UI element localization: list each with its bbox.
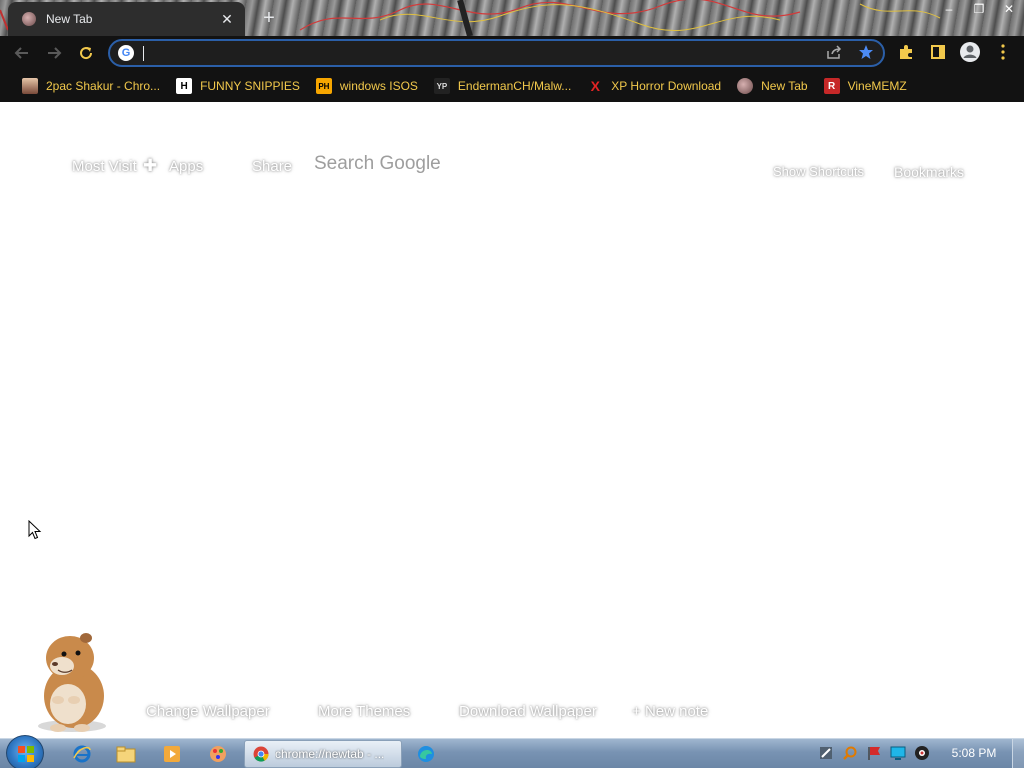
bookmark-label: 2pac Shakur - Chro...	[46, 79, 161, 93]
bookmark-label: New Tab	[761, 79, 808, 93]
windows-logo-icon	[18, 746, 34, 762]
bookmark-label: windows ISOS	[339, 79, 418, 93]
bookmark-2pac-shakur[interactable]: 2pac Shakur - Chro...	[14, 74, 168, 98]
apps-link[interactable]: Apps	[169, 158, 203, 175]
most-visited-link[interactable]: Most Visit	[72, 158, 137, 175]
reload-icon[interactable]	[74, 41, 98, 65]
hamster-mascot-image[interactable]	[24, 626, 124, 736]
address-bar[interactable]: G	[108, 39, 885, 67]
show-desktop-button[interactable]	[1012, 739, 1024, 768]
chrome-icon	[253, 746, 269, 762]
menu-kebab-icon[interactable]	[993, 42, 1013, 62]
extensions-icon[interactable]	[896, 42, 916, 62]
browser-toolbar: G	[0, 36, 1024, 70]
bookmarks-bar: 2pac Shakur - Chro... H FUNNY SNIPPIES P…	[0, 70, 1024, 102]
back-icon[interactable]	[10, 41, 34, 65]
bookmark-funny-snippies[interactable]: H FUNNY SNIPPIES	[168, 74, 308, 98]
taskbar-chrome-window[interactable]: chrome://newtab - ...	[244, 740, 402, 768]
paint-app-icon[interactable]	[198, 741, 238, 767]
bookmark-star-icon[interactable]	[856, 42, 876, 62]
search-google-box[interactable]: Search Google	[314, 153, 441, 175]
x-logo-icon: X	[590, 78, 600, 94]
windows-taskbar: chrome://newtab - ... 5:08 PM	[0, 735, 1024, 768]
new-note-button[interactable]: + New note	[632, 703, 708, 720]
mouse-pointer-icon	[28, 520, 42, 540]
apps-grid-icon[interactable]: ✚	[143, 156, 157, 176]
new-note-label: New note	[644, 703, 709, 720]
bookmark-label: FUNNY SNIPPIES	[200, 79, 300, 93]
bookmarks-link[interactable]: Bookmarks	[894, 164, 964, 180]
tab-close-icon[interactable]: ✕	[219, 11, 235, 27]
tab-strip: New Tab ✕ + – ❐ ✕	[0, 0, 1024, 36]
tab-title: New Tab	[46, 12, 93, 26]
bookmark-new-tab[interactable]: New Tab	[729, 74, 815, 98]
media-player-icon[interactable]	[152, 741, 192, 767]
h-logo-icon: H	[176, 78, 193, 94]
profile-photo-icon	[22, 78, 38, 94]
taskbar-chrome-label: chrome://newtab - ...	[275, 747, 385, 761]
forward-icon[interactable]	[42, 41, 66, 65]
ph-logo-icon: PH	[315, 78, 332, 94]
bookmark-endermanch[interactable]: YP EndermanCH/Malw...	[426, 74, 579, 98]
minimize-button[interactable]: –	[934, 0, 964, 18]
bookmark-xp-horror-download[interactable]: X XP Horror Download	[579, 74, 729, 98]
omnibox-input[interactable]	[142, 43, 883, 63]
file-explorer-icon[interactable]	[106, 741, 146, 767]
tray-flag-icon[interactable]	[866, 745, 882, 761]
tab-favicon-icon	[22, 12, 36, 26]
download-wallpaper-button[interactable]: Download Wallpaper	[459, 703, 597, 720]
more-themes-button[interactable]: More Themes	[318, 703, 410, 720]
new-tab-favicon-icon	[737, 78, 754, 94]
bookmark-windows-isos[interactable]: PH windows ISOS	[308, 74, 426, 98]
share-link[interactable]: Share	[252, 158, 292, 175]
share-icon[interactable]	[824, 42, 844, 62]
taskbar-clock[interactable]: 5:08 PM	[944, 746, 1004, 760]
close-window-button[interactable]: ✕	[994, 0, 1024, 18]
tray-volume-icon[interactable]	[914, 745, 930, 761]
r-logo-icon: R	[823, 78, 840, 94]
profile-avatar-icon[interactable]	[959, 41, 981, 63]
start-button[interactable]	[6, 735, 44, 768]
text-caret	[143, 46, 144, 61]
tray-settings-icon[interactable]	[818, 745, 834, 761]
new-tab-button[interactable]: +	[257, 6, 281, 30]
tray-search-icon[interactable]	[842, 745, 858, 761]
show-shortcuts-link[interactable]: Show Shortcuts	[773, 164, 864, 179]
maximize-button[interactable]: ❐	[964, 0, 994, 18]
change-wallpaper-button[interactable]: Change Wallpaper	[146, 703, 270, 720]
bookmark-label: EndermanCH/Malw...	[457, 79, 572, 93]
internet-explorer-icon[interactable]	[62, 741, 102, 767]
new-tab-page: Most Visit ✚ Apps Share Search Google Sh…	[0, 102, 1024, 738]
edge-browser-icon[interactable]	[406, 741, 446, 767]
google-icon: G	[118, 45, 134, 61]
tab-new-tab[interactable]: New Tab ✕	[8, 2, 245, 36]
bookmark-vinememz[interactable]: R VineMEMZ	[816, 74, 915, 98]
tray-monitor-icon[interactable]	[890, 745, 906, 761]
window-controls: – ❐ ✕	[934, 0, 1024, 18]
side-panel-icon[interactable]	[928, 42, 948, 62]
bookmark-label: VineMEMZ	[847, 79, 907, 93]
bookmark-label: XP Horror Download	[611, 79, 722, 93]
yp-logo-icon: YP	[433, 78, 450, 94]
